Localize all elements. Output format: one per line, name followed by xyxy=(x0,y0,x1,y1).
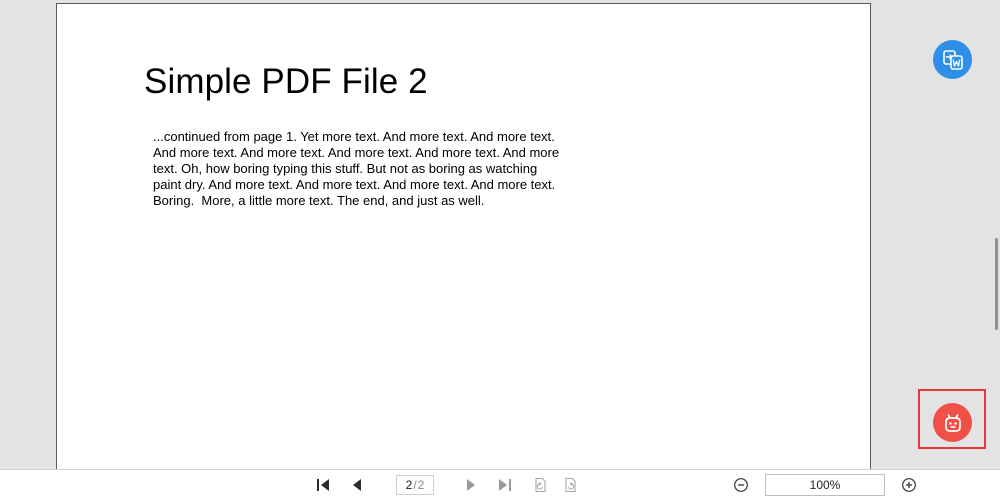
last-page-button[interactable] xyxy=(496,476,514,494)
rotate-clockwise-icon xyxy=(565,477,576,493)
bottom-toolbar: 2 / 2 100% xyxy=(0,469,1000,500)
pdf-viewer: Simple PDF File 2 ...continued from page… xyxy=(0,0,1000,500)
page-separator: / xyxy=(413,478,417,492)
first-page-button[interactable] xyxy=(314,476,332,494)
previous-page-icon xyxy=(353,479,361,491)
convert-to-word-button[interactable] xyxy=(933,40,972,79)
convert-to-word-icon xyxy=(942,49,963,70)
rotate-counterclockwise-button[interactable] xyxy=(530,476,548,494)
rotate-clockwise-button[interactable] xyxy=(563,476,581,494)
current-page-number: 2 xyxy=(405,478,413,492)
ai-assistant-button[interactable] xyxy=(933,403,972,442)
page-body-text: ...continued from page 1. Yet more text.… xyxy=(153,129,560,208)
first-page-icon xyxy=(317,479,329,491)
zoom-level-field[interactable]: 100% xyxy=(765,474,885,496)
total-page-count: 2 xyxy=(417,478,425,492)
pdf-page: Simple PDF File 2 ...continued from page… xyxy=(56,3,871,473)
zoom-out-icon xyxy=(734,478,748,492)
zoom-out-button[interactable] xyxy=(732,476,750,494)
page-title: Simple PDF File 2 xyxy=(144,62,428,101)
zoom-in-button[interactable] xyxy=(900,476,918,494)
next-page-icon xyxy=(467,479,475,491)
previous-page-button[interactable] xyxy=(348,476,366,494)
rotate-counterclockwise-icon xyxy=(535,477,546,493)
next-page-button[interactable] xyxy=(462,476,480,494)
last-page-icon xyxy=(499,479,511,491)
page-number-field[interactable]: 2 / 2 xyxy=(396,475,434,495)
vertical-scrollbar-thumb[interactable] xyxy=(995,238,998,330)
robot-assistant-icon xyxy=(944,413,961,432)
zoom-in-icon xyxy=(902,478,916,492)
